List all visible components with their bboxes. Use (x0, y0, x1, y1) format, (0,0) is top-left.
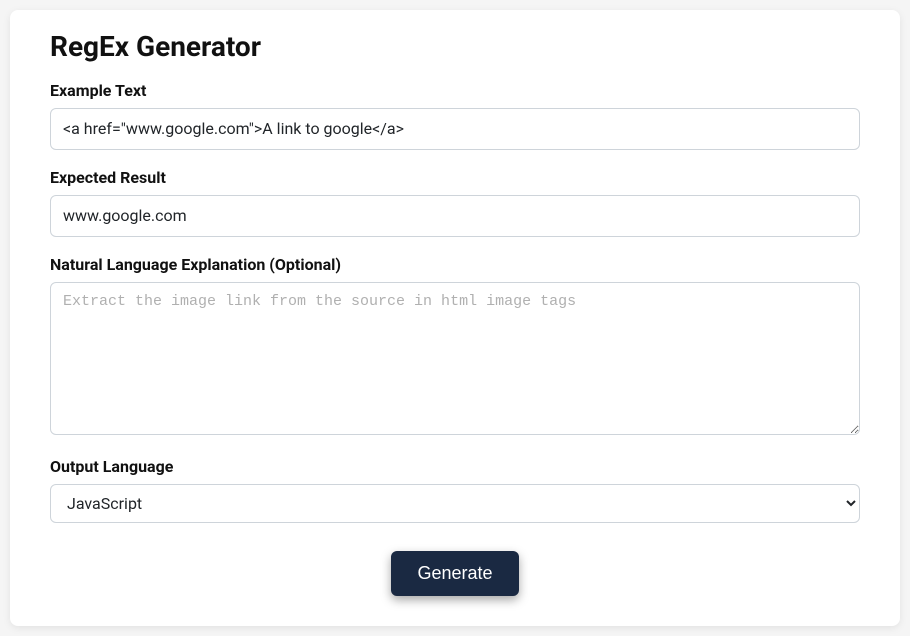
regex-generator-card: RegEx Generator Example Text Expected Re… (10, 10, 900, 626)
explanation-group: Natural Language Explanation (Optional) (50, 255, 860, 439)
explanation-textarea[interactable] (50, 282, 860, 435)
example-text-input[interactable] (50, 108, 860, 150)
output-language-label: Output Language (50, 457, 860, 476)
expected-result-input[interactable] (50, 195, 860, 237)
example-text-group: Example Text (50, 81, 860, 150)
output-language-group: Output Language JavaScript (50, 457, 860, 523)
generate-button[interactable]: Generate (391, 551, 518, 596)
button-row: Generate (50, 551, 860, 596)
explanation-label: Natural Language Explanation (Optional) (50, 255, 860, 274)
expected-result-label: Expected Result (50, 168, 860, 187)
expected-result-group: Expected Result (50, 168, 860, 237)
example-text-label: Example Text (50, 81, 860, 100)
page-title: RegEx Generator (50, 30, 860, 63)
output-language-select[interactable]: JavaScript (50, 484, 860, 523)
